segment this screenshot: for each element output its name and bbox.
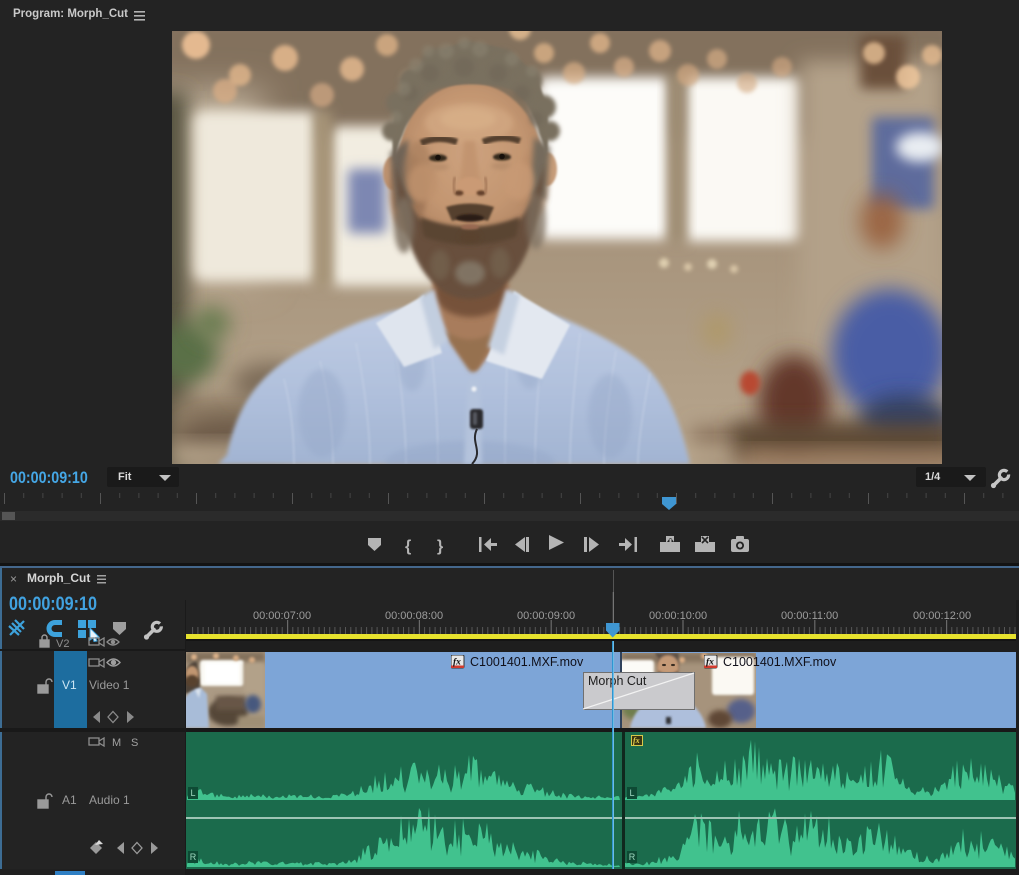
svg-text:}: } xyxy=(437,538,443,555)
svg-text:00:00:07:00: 00:00:07:00 xyxy=(253,610,311,622)
svg-text:00:00:12:00: 00:00:12:00 xyxy=(913,610,971,622)
svg-text:fx: fx xyxy=(706,658,714,668)
svg-text:00:00:09:00: 00:00:09:00 xyxy=(517,610,575,622)
svg-text:{: { xyxy=(405,538,411,555)
svg-text:fx: fx xyxy=(453,658,461,668)
svg-text:00:00:11:00: 00:00:11:00 xyxy=(781,610,838,622)
svg-text:00:00:10:00: 00:00:10:00 xyxy=(649,610,707,622)
svg-text:00:00:08:00: 00:00:08:00 xyxy=(385,610,443,622)
